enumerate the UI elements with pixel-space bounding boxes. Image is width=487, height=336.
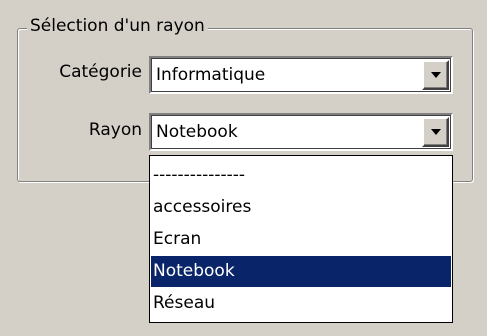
rayon-dropdown-button[interactable] [422,117,449,147]
rayon-selected-value: Notebook [156,122,238,142]
dropdown-option[interactable]: Notebook [151,256,451,287]
dropdown-option[interactable]: Réseau [151,288,451,319]
dialog-page: Sélection d'un rayon Catégorie Informati… [0,0,487,336]
chevron-down-icon [431,72,441,78]
rayon-combobox[interactable]: Notebook [149,113,453,151]
rayon-dropdown-list: --------------- accessoires Ecran Notebook R… [149,155,453,323]
dropdown-option[interactable]: Ecran [151,224,451,255]
categorie-dropdown-button[interactable] [422,60,449,90]
dropdown-option[interactable]: accessoires [151,192,451,223]
chevron-down-icon [431,129,441,135]
rayon-label: Rayon [88,120,142,140]
categorie-selected-value: Informatique [156,65,266,85]
categorie-combobox[interactable]: Informatique [149,56,453,94]
groupbox-legend: Sélection d'un rayon [27,15,208,37]
categorie-label: Catégorie [59,62,142,82]
dropdown-option[interactable]: --------------- [151,160,451,191]
